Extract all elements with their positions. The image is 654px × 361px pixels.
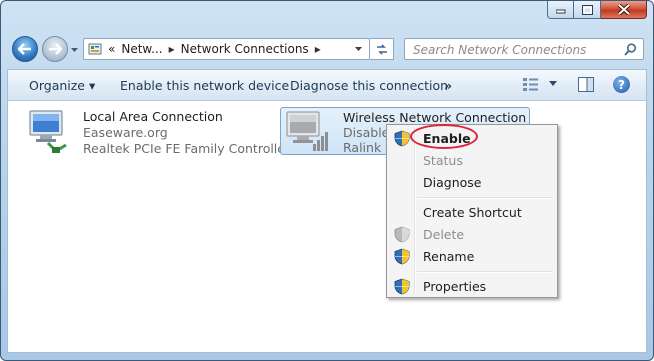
preview-pane-icon[interactable] bbox=[578, 77, 594, 92]
refresh-icon bbox=[376, 43, 387, 55]
connection-name: Wireless Network Connection bbox=[343, 110, 527, 125]
breadcrumb-chevron-icon[interactable]: ▸ bbox=[315, 42, 321, 56]
control-panel-icon bbox=[88, 43, 102, 55]
menu-item-label: Properties bbox=[423, 279, 487, 294]
uac-shield-icon bbox=[394, 226, 410, 243]
connection-item-local-area[interactable]: Local Area Connection Easeware.org Realt… bbox=[26, 107, 290, 161]
more-commands-button[interactable]: » bbox=[444, 78, 452, 93]
minimize-button[interactable] bbox=[547, 1, 574, 19]
menu-item-rename[interactable]: Rename bbox=[389, 246, 555, 268]
arrow-left-icon bbox=[18, 43, 31, 55]
breadcrumb-item-network[interactable]: Netw... bbox=[121, 42, 162, 56]
maximize-icon bbox=[581, 4, 593, 15]
back-button[interactable] bbox=[12, 36, 38, 62]
enable-device-button[interactable]: Enable this network device bbox=[120, 78, 289, 93]
change-view-button[interactable] bbox=[523, 77, 557, 91]
menu-item-status[interactable]: Status bbox=[389, 150, 555, 172]
navigation-bar: « Netw... ▸ Network Connections ▸ bbox=[1, 31, 653, 69]
menu-item-diagnose[interactable]: Diagnose bbox=[389, 172, 555, 194]
menu-item-label: Rename bbox=[423, 249, 475, 264]
menu-item-label: Delete bbox=[423, 227, 465, 242]
address-bar[interactable]: « Netw... ▸ Network Connections ▸ bbox=[83, 38, 370, 60]
recent-pages-dropdown[interactable] bbox=[70, 45, 79, 54]
uac-shield-icon bbox=[394, 130, 410, 147]
menu-item-label: Status bbox=[423, 153, 463, 168]
menu-separator bbox=[417, 271, 553, 273]
view-options-icon bbox=[523, 78, 538, 91]
forward-button[interactable] bbox=[42, 36, 68, 62]
organize-menu-button[interactable]: Organize ▾ bbox=[29, 78, 95, 93]
menu-item-label: Diagnose bbox=[423, 175, 482, 190]
uac-shield-icon bbox=[394, 278, 410, 295]
breadcrumb-overflow[interactable]: « bbox=[108, 42, 115, 56]
caption-buttons bbox=[547, 1, 647, 21]
enable-highlight-circle bbox=[410, 124, 478, 149]
help-icon[interactable]: ? bbox=[613, 76, 630, 93]
breadcrumb-chevron-icon[interactable]: ▸ bbox=[169, 42, 175, 56]
arrow-right-icon bbox=[49, 43, 62, 55]
breadcrumb-item-network-connections[interactable]: Network Connections bbox=[181, 42, 309, 56]
menu-item-create-shortcut[interactable]: Create Shortcut bbox=[389, 202, 555, 224]
refresh-button[interactable] bbox=[370, 38, 394, 60]
search-icon[interactable] bbox=[624, 43, 637, 56]
connection-device: Realtek PCIe FE Family Controller bbox=[83, 141, 291, 156]
command-bar: Organize ▾ Enable this network device Di… bbox=[7, 69, 647, 101]
close-icon bbox=[617, 4, 630, 15]
maximize-button[interactable] bbox=[574, 1, 601, 19]
search-box[interactable] bbox=[404, 38, 644, 60]
chevron-down-icon: ▾ bbox=[88, 78, 96, 93]
connection-status: Easeware.org bbox=[83, 125, 168, 140]
close-button[interactable] bbox=[601, 1, 647, 19]
wireless-network-adapter-icon bbox=[286, 111, 328, 151]
menu-item-properties[interactable]: Properties bbox=[389, 276, 555, 298]
diagnose-connection-button[interactable]: Diagnose this connection bbox=[290, 78, 448, 93]
connection-name: Local Area Connection bbox=[83, 109, 223, 124]
menu-item-label: Create Shortcut bbox=[423, 205, 522, 220]
address-dropdown-icon[interactable] bbox=[354, 45, 363, 54]
search-input[interactable] bbox=[411, 40, 625, 60]
chevron-down-icon bbox=[549, 81, 557, 86]
wired-network-adapter-icon bbox=[29, 110, 67, 153]
uac-shield-icon bbox=[394, 248, 410, 265]
minimize-icon bbox=[555, 9, 565, 13]
menu-separator bbox=[417, 197, 553, 199]
organize-label: Organize bbox=[29, 78, 85, 93]
context-menu: Enable Status Diagnose Create Shortcut D… bbox=[386, 124, 558, 298]
menu-item-delete[interactable]: Delete bbox=[389, 224, 555, 246]
